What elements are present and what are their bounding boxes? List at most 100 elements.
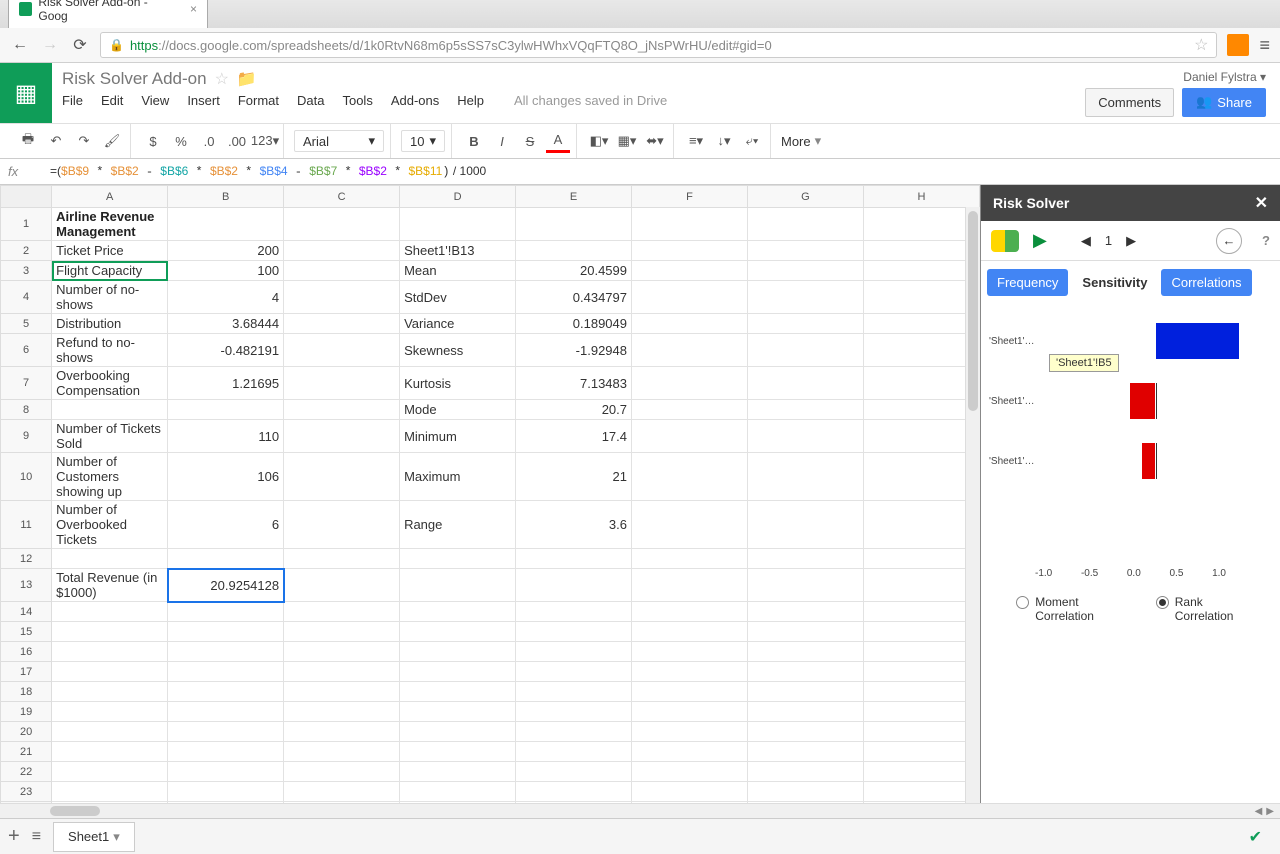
menu-addons[interactable]: Add-ons <box>391 93 439 108</box>
bold-icon[interactable]: B <box>462 129 486 153</box>
cell[interactable] <box>747 762 863 782</box>
row-header[interactable]: 6 <box>1 334 52 367</box>
move-folder-icon[interactable]: 📁 <box>237 69 257 89</box>
wrap-icon[interactable]: ⤶▾ <box>740 129 764 153</box>
cell[interactable] <box>747 281 863 314</box>
cell[interactable] <box>52 400 168 420</box>
cell[interactable] <box>516 241 632 261</box>
cell[interactable]: -0.482191 <box>168 334 284 367</box>
bookmark-star-icon[interactable]: ☆ <box>1194 35 1208 55</box>
cell[interactable]: 7.13483 <box>516 367 632 400</box>
cell[interactable] <box>516 569 632 602</box>
cell[interactable] <box>52 549 168 569</box>
cell[interactable]: 3.68444 <box>168 314 284 334</box>
cell[interactable] <box>168 622 284 642</box>
play-icon[interactable]: ▶ <box>1033 230 1047 251</box>
cell[interactable] <box>400 762 516 782</box>
cell[interactable]: Kurtosis <box>400 367 516 400</box>
cell[interactable] <box>747 702 863 722</box>
cell[interactable] <box>516 602 632 622</box>
cell[interactable] <box>284 569 400 602</box>
cell[interactable] <box>516 208 632 241</box>
col-header[interactable]: A <box>52 186 168 208</box>
font-select[interactable]: Arial▾ <box>294 130 384 152</box>
borders-icon[interactable]: ▦▾ <box>615 129 639 153</box>
cell[interactable] <box>52 782 168 802</box>
cell[interactable]: 3.6 <box>516 501 632 549</box>
cell[interactable] <box>632 334 748 367</box>
cell[interactable] <box>284 314 400 334</box>
cell[interactable] <box>400 742 516 762</box>
cell[interactable]: Maximum <box>400 453 516 501</box>
cell[interactable]: Range <box>400 501 516 549</box>
cell[interactable]: Mean <box>400 261 516 281</box>
cell[interactable] <box>284 241 400 261</box>
user-name[interactable]: Daniel Fylstra ▾ <box>1085 70 1266 84</box>
cell[interactable] <box>863 420 979 453</box>
cell[interactable] <box>632 682 748 702</box>
cell[interactable] <box>284 762 400 782</box>
cell[interactable] <box>400 602 516 622</box>
cell[interactable] <box>516 742 632 762</box>
cell[interactable] <box>52 642 168 662</box>
col-header[interactable]: G <box>747 186 863 208</box>
row-header[interactable]: 18 <box>1 682 52 702</box>
cell[interactable] <box>632 782 748 802</box>
cell[interactable] <box>168 682 284 702</box>
cell[interactable] <box>632 453 748 501</box>
font-size-select[interactable]: 10▾ <box>401 130 445 152</box>
cell[interactable] <box>284 662 400 682</box>
cell[interactable] <box>747 622 863 642</box>
tab-frequency[interactable]: Frequency <box>987 269 1068 296</box>
reload-button[interactable]: ⟳ <box>70 35 90 55</box>
cell[interactable] <box>747 334 863 367</box>
row-header[interactable]: 20 <box>1 722 52 742</box>
menu-help[interactable]: Help <box>457 93 484 108</box>
cell[interactable] <box>400 208 516 241</box>
cell[interactable] <box>168 208 284 241</box>
cell[interactable] <box>52 622 168 642</box>
cell[interactable] <box>863 662 979 682</box>
cell[interactable] <box>747 420 863 453</box>
cell[interactable]: 20.7 <box>516 400 632 420</box>
cell[interactable] <box>863 281 979 314</box>
cell[interactable] <box>516 782 632 802</box>
row-header[interactable]: 4 <box>1 281 52 314</box>
percent-icon[interactable]: % <box>169 129 193 153</box>
decimal-increase-icon[interactable]: .00 <box>225 129 249 153</box>
row-header[interactable]: 16 <box>1 642 52 662</box>
italic-icon[interactable]: I <box>490 129 514 153</box>
cell[interactable] <box>516 702 632 722</box>
cell[interactable] <box>632 702 748 722</box>
cell[interactable] <box>632 722 748 742</box>
cell[interactable] <box>284 281 400 314</box>
cell[interactable] <box>400 722 516 742</box>
cell[interactable] <box>168 642 284 662</box>
cell[interactable] <box>632 549 748 569</box>
cell[interactable]: 200 <box>168 241 284 261</box>
cell[interactable] <box>632 602 748 622</box>
cell[interactable]: Total Revenue (in $1000) <box>52 569 168 602</box>
cell[interactable] <box>747 400 863 420</box>
cell[interactable] <box>863 549 979 569</box>
col-header[interactable]: F <box>632 186 748 208</box>
cell[interactable] <box>863 722 979 742</box>
cell[interactable] <box>400 569 516 602</box>
cell[interactable] <box>168 400 284 420</box>
cell[interactable]: Minimum <box>400 420 516 453</box>
cell[interactable]: 0.434797 <box>516 281 632 314</box>
more-button[interactable]: More <box>781 134 811 149</box>
cell[interactable] <box>863 742 979 762</box>
cell[interactable] <box>52 762 168 782</box>
row-header[interactable]: 22 <box>1 762 52 782</box>
cell[interactable] <box>516 662 632 682</box>
select-all-corner[interactable] <box>1 186 52 208</box>
cell[interactable] <box>284 722 400 742</box>
cell[interactable] <box>52 742 168 762</box>
sheet-tab[interactable]: Sheet1 ▾ <box>53 822 135 852</box>
cell[interactable]: Number of Customers showing up <box>52 453 168 501</box>
cell[interactable] <box>400 782 516 802</box>
cell[interactable]: Mode <box>400 400 516 420</box>
cell[interactable] <box>747 314 863 334</box>
cell[interactable] <box>400 642 516 662</box>
